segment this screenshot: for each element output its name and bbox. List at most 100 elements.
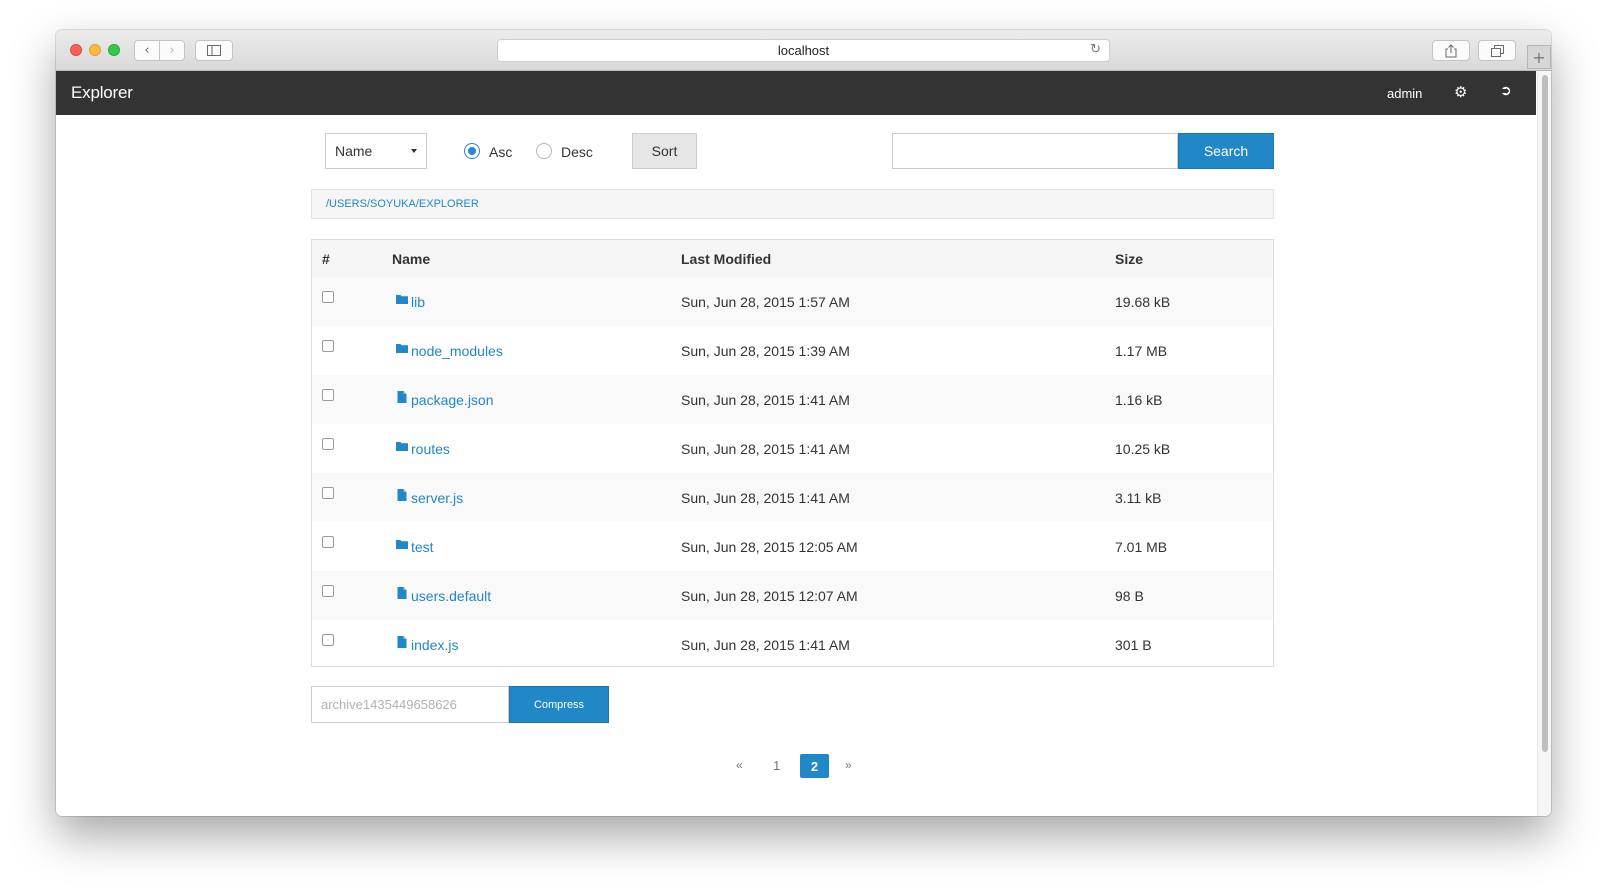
file-link[interactable]: lib	[411, 294, 425, 310]
address-bar[interactable]: localhost ↻	[497, 39, 1110, 62]
share-button[interactable]	[1432, 40, 1470, 61]
sort-asc-label[interactable]: Asc	[489, 144, 512, 160]
main-content: Name Asc Desc Sort Search /USERS/SOYUKA/…	[56, 115, 1536, 816]
header-last-modified: Last Modified	[681, 251, 772, 267]
table-row: node_modules Sun, Jun 28, 2015 1:39 AM 1…	[312, 326, 1273, 375]
table-row: lib Sun, Jun 28, 2015 1:57 AM 19.68 kB	[312, 277, 1273, 326]
file-modified: Sun, Jun 28, 2015 1:41 AM	[681, 637, 850, 653]
file-size: 7.01 MB	[1115, 539, 1168, 555]
folder-icon	[396, 295, 408, 304]
file-icon	[397, 636, 407, 648]
header-select: #	[322, 251, 330, 267]
pagination-page-2-active[interactable]: 2	[800, 754, 829, 778]
folder-icon	[396, 344, 408, 353]
row-checkbox[interactable]	[322, 634, 334, 646]
file-modified: Sun, Jun 28, 2015 1:41 AM	[681, 392, 850, 408]
folder-icon	[396, 540, 408, 549]
logout-icon[interactable]: ➲	[1500, 83, 1512, 99]
scrollbar-thumb[interactable]	[1542, 75, 1548, 752]
file-modified: Sun, Jun 28, 2015 1:41 AM	[681, 490, 850, 506]
app-brand[interactable]: Explorer	[71, 83, 133, 103]
file-link[interactable]: package.json	[411, 392, 494, 408]
row-checkbox[interactable]	[322, 291, 334, 303]
minimize-window-button[interactable]	[89, 44, 101, 56]
table-row: users.default Sun, Jun 28, 2015 12:07 AM…	[312, 571, 1273, 620]
plus-icon: +	[1532, 47, 1546, 67]
table-row: package.json Sun, Jun 28, 2015 1:41 AM 1…	[312, 375, 1273, 424]
caret-down-icon	[411, 149, 417, 153]
file-link[interactable]: index.js	[411, 637, 458, 653]
compress-button[interactable]: Compress	[509, 686, 609, 723]
file-size: 10.25 kB	[1115, 441, 1171, 457]
browser-titlebar: ‹ › localhost ↻ +	[56, 30, 1551, 71]
page-scrollbar[interactable]	[1537, 71, 1551, 816]
file-size: 1.16 kB	[1115, 392, 1163, 408]
row-checkbox[interactable]	[322, 340, 334, 352]
show-tabs-button[interactable]	[1478, 40, 1516, 61]
row-checkbox[interactable]	[322, 438, 334, 450]
file-modified: Sun, Jun 28, 2015 12:05 AM	[681, 539, 858, 555]
file-icon	[397, 391, 407, 403]
archive-name-input[interactable]: archive1435449658626	[311, 686, 509, 723]
pagination-next[interactable]: »	[845, 758, 852, 772]
file-table: # Name Last Modified Size lib Sun, Jun 2…	[311, 239, 1274, 667]
tabs-icon	[1490, 44, 1504, 57]
table-row: routes Sun, Jun 28, 2015 1:41 AM 10.25 k…	[312, 424, 1273, 473]
sort-field-select[interactable]: Name	[325, 133, 427, 169]
breadcrumb: /USERS/SOYUKA/EXPLORER	[311, 189, 1274, 219]
zoom-window-button[interactable]	[108, 44, 120, 56]
header-size: Size	[1115, 251, 1144, 267]
file-icon	[397, 489, 407, 501]
breadcrumb-path-link[interactable]: /USERS/SOYUKA/EXPLORER	[326, 198, 479, 210]
folder-icon	[396, 442, 408, 451]
file-size: 19.68 kB	[1115, 294, 1171, 310]
close-window-button[interactable]	[70, 44, 82, 56]
file-modified: Sun, Jun 28, 2015 1:57 AM	[681, 294, 850, 310]
app-navbar: Explorer admin ⚙ ➲	[56, 71, 1536, 115]
file-link[interactable]: users.default	[411, 588, 491, 604]
user-menu[interactable]: admin	[1387, 86, 1422, 101]
back-button[interactable]: ‹	[134, 40, 160, 61]
forward-button[interactable]: ›	[159, 40, 185, 61]
sort-asc-radio[interactable]	[464, 143, 480, 159]
file-size: 301 B	[1115, 637, 1152, 653]
sort-button[interactable]: Sort	[632, 133, 697, 169]
chevron-right-icon: ›	[169, 43, 175, 58]
pagination-prev[interactable]: «	[736, 758, 743, 772]
chevron-left-icon: ‹	[144, 43, 150, 58]
sort-field-value: Name	[335, 143, 373, 159]
table-header: # Name Last Modified Size	[312, 240, 1273, 277]
search-input[interactable]	[892, 133, 1178, 169]
share-icon	[1445, 43, 1457, 57]
url-text: localhost	[777, 43, 830, 58]
table-row: server.js Sun, Jun 28, 2015 1:41 AM 3.11…	[312, 473, 1273, 522]
file-link[interactable]: test	[411, 539, 434, 555]
sidebar-icon	[207, 45, 221, 56]
file-size: 3.11 kB	[1115, 490, 1162, 506]
row-checkbox[interactable]	[322, 389, 334, 401]
file-modified: Sun, Jun 28, 2015 12:07 AM	[681, 588, 858, 604]
sort-desc-radio[interactable]	[536, 143, 552, 159]
file-size: 1.17 MB	[1115, 343, 1168, 359]
file-link[interactable]: routes	[411, 441, 450, 457]
search-button[interactable]: Search	[1178, 133, 1274, 169]
pagination-page-1[interactable]: 1	[773, 758, 780, 773]
file-icon	[397, 587, 407, 599]
new-tab-button[interactable]: +	[1527, 45, 1551, 69]
file-link[interactable]: server.js	[411, 490, 463, 506]
sidebar-toggle-button[interactable]	[195, 40, 233, 61]
file-modified: Sun, Jun 28, 2015 1:39 AM	[681, 343, 850, 359]
file-modified: Sun, Jun 28, 2015 1:41 AM	[681, 441, 850, 457]
file-size: 98 B	[1115, 588, 1144, 604]
header-name: Name	[392, 251, 431, 267]
reload-icon[interactable]: ↻	[1090, 42, 1101, 57]
browser-window: ‹ › localhost ↻ + Explorer admin ⚙ ➲ Nam…	[56, 30, 1551, 816]
table-row: test Sun, Jun 28, 2015 12:05 AM 7.01 MB	[312, 522, 1273, 571]
row-checkbox[interactable]	[322, 487, 334, 499]
table-row: index.js Sun, Jun 28, 2015 1:41 AM 301 B	[312, 620, 1273, 669]
settings-icon[interactable]: ⚙	[1454, 83, 1467, 101]
file-link[interactable]: node_modules	[411, 343, 503, 359]
row-checkbox[interactable]	[322, 536, 334, 548]
row-checkbox[interactable]	[322, 585, 334, 597]
sort-desc-label[interactable]: Desc	[561, 144, 593, 160]
